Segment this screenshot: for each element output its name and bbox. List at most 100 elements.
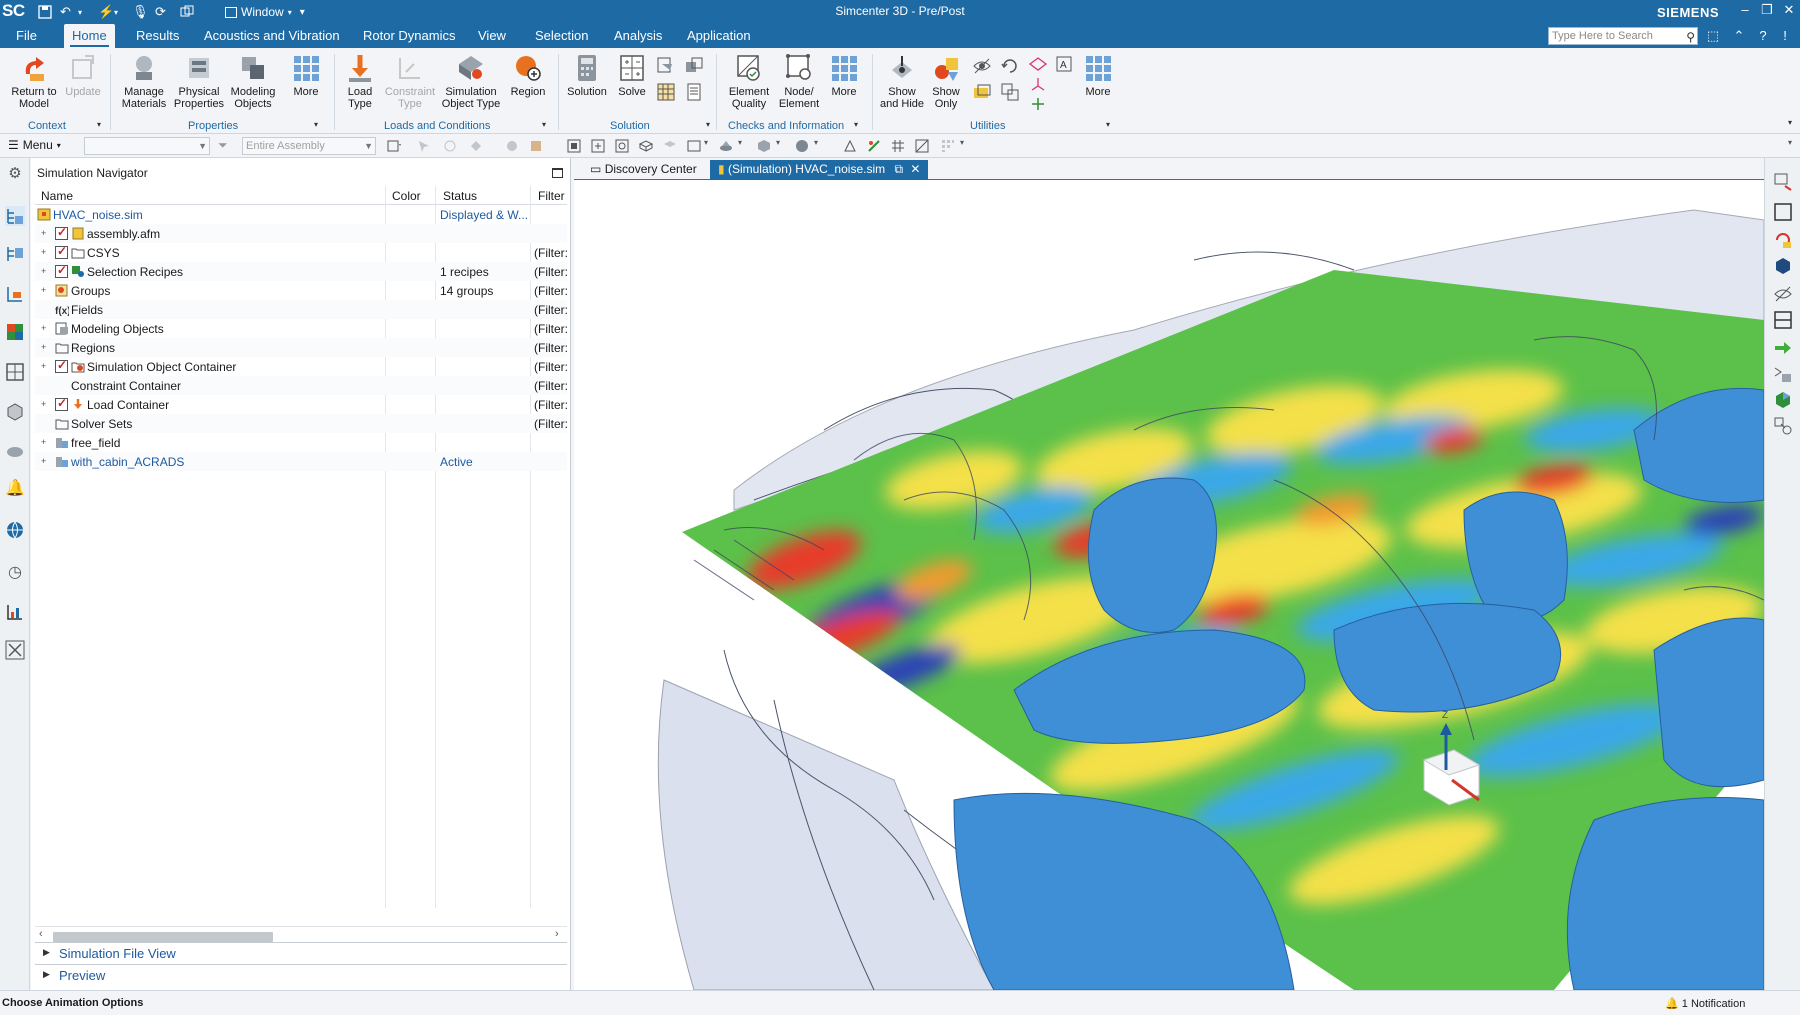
tab-selection[interactable]: Selection	[527, 24, 596, 48]
solution-button[interactable]: Solution	[562, 52, 612, 98]
results-palette-icon[interactable]	[5, 322, 25, 342]
work-layer-icon[interactable]	[842, 138, 858, 154]
minimize-icon[interactable]: –	[1734, 2, 1756, 17]
repeat-command-icon[interactable]: ⚡	[98, 3, 114, 21]
rotate-icon[interactable]	[614, 138, 630, 154]
bell-icon[interactable]: 🔔	[5, 478, 25, 498]
solver-language-icon[interactable]	[684, 56, 704, 76]
tree-node-simulation-object-container[interactable]: + Simulation Object Container (Filter:	[35, 357, 568, 376]
animation-icon[interactable]	[1773, 364, 1793, 384]
load-type-button[interactable]: Load Type	[338, 52, 382, 110]
full-screen-icon[interactable]: ⬚	[1704, 28, 1722, 44]
solution-tool-icon[interactable]	[656, 56, 676, 76]
context-group-dropdown-icon[interactable]: ▾	[97, 120, 101, 129]
tab-view[interactable]: View	[470, 24, 514, 48]
tree-node-modeling-objects[interactable]: + Modeling Objects (Filter:	[35, 319, 568, 338]
expand-icon[interactable]: +	[41, 456, 46, 466]
expand-icon[interactable]: +	[41, 342, 46, 352]
tree-node-constraint-container[interactable]: Constraint Container (Filter:	[35, 376, 568, 395]
column-header-name[interactable]: Name	[41, 189, 73, 203]
expand-icon[interactable]: +	[41, 361, 46, 371]
modeling-objects-button[interactable]: Modeling Objects	[226, 52, 280, 110]
column-header-color[interactable]: Color	[392, 189, 421, 203]
tab-rotor-dynamics[interactable]: Rotor Dynamics	[355, 24, 463, 48]
update-button[interactable]: Update	[62, 52, 104, 98]
hide-eye-icon[interactable]	[1773, 284, 1793, 304]
visibility-checkbox[interactable]	[55, 244, 68, 259]
shading-icon[interactable]	[718, 138, 734, 154]
show-only-button[interactable]: Show Only	[928, 52, 964, 110]
expand-icon[interactable]: +	[41, 399, 46, 409]
plane-icon[interactable]	[1028, 54, 1048, 74]
return-to-model-button[interactable]: Return to Model	[6, 52, 62, 110]
point-icon[interactable]	[1028, 94, 1048, 114]
solution-group-dropdown-icon[interactable]: ▾	[706, 120, 710, 129]
expand-icon[interactable]: +	[41, 285, 46, 295]
visibility-checkbox[interactable]	[55, 358, 68, 373]
zoom-icon[interactable]	[590, 138, 606, 154]
split-view-icon[interactable]	[1773, 310, 1793, 330]
assembly-scope-combo[interactable]: Entire Assembly ▼	[242, 137, 376, 155]
tree-node-csys[interactable]: + CSYS (Filter:	[35, 243, 568, 262]
switch-window-icon[interactable]	[180, 3, 194, 21]
type-filter-icon[interactable]	[386, 138, 402, 154]
solution-table-icon[interactable]	[656, 82, 676, 102]
snap-grid-dropdown-icon[interactable]: ▾	[960, 138, 976, 154]
tools-icon[interactable]	[5, 640, 25, 660]
triad-icon[interactable]	[1028, 74, 1048, 94]
section-view-dropdown-icon[interactable]: ▾	[814, 138, 830, 154]
loads-group-dropdown-icon[interactable]: ▾	[542, 120, 546, 129]
simulation-object-type-button[interactable]: Simulation Object Type	[438, 52, 504, 110]
tab-application[interactable]: Application	[679, 24, 759, 48]
touch-mode-icon[interactable]: ⟳	[155, 3, 166, 21]
deselect-icon[interactable]	[442, 138, 458, 154]
measure-icon[interactable]	[866, 138, 882, 154]
scroll-right-icon[interactable]: ›	[555, 928, 559, 940]
select-all-icon[interactable]	[416, 138, 432, 154]
tree-node-sim-file[interactable]: HVAC_noise.sim Displayed & W...	[35, 205, 567, 224]
tab-discovery-center[interactable]: ▭ Discovery Center	[582, 160, 705, 180]
scroll-left-icon[interactable]: ‹	[39, 928, 43, 940]
tree-node-fields[interactable]: f(x) Fields (Filter:	[35, 300, 568, 319]
show-and-hide-button[interactable]: Show and Hide	[876, 52, 928, 110]
pop-out-icon[interactable]: ⧉	[894, 162, 903, 176]
selection-intent-icon[interactable]	[468, 138, 484, 154]
tree-node-selection-recipes[interactable]: + Selection Recipes 1 recipes (Filter:	[35, 262, 568, 281]
scrollbar-thumb[interactable]	[53, 932, 273, 942]
history-icon[interactable]	[5, 440, 25, 460]
fit-view-icon[interactable]	[566, 138, 582, 154]
node-element-button[interactable]: Node/ Element	[776, 52, 822, 110]
acoustic-result-plot[interactable]: Z	[574, 180, 1764, 990]
alert-icon[interactable]: !	[1776, 28, 1794, 43]
close-tab-icon[interactable]: ✕	[910, 162, 920, 176]
annotation-icon[interactable]: A	[1054, 54, 1074, 74]
utilities-group-dropdown-icon[interactable]: ▾	[1106, 120, 1110, 129]
maximize-panel-icon[interactable]	[552, 168, 563, 178]
more-properties-button[interactable]: More	[284, 52, 328, 98]
expand-icon[interactable]: +	[41, 323, 46, 333]
tab-home[interactable]: Home	[64, 24, 115, 48]
shading-dropdown-icon[interactable]: ▾	[738, 138, 754, 154]
command-search-input[interactable]: Type Here to Search ⚲	[1548, 27, 1698, 45]
visibility-checkbox[interactable]	[55, 225, 68, 240]
checks-group-dropdown-icon[interactable]: ▾	[854, 120, 858, 129]
visibility-checkbox[interactable]	[55, 263, 68, 278]
column-header-filter[interactable]: Filter	[538, 189, 565, 203]
undo-dropdown-icon[interactable]: ▾	[78, 3, 82, 21]
tree-node-solution-free-field[interactable]: + free_field	[35, 433, 567, 452]
selection-filter-combo[interactable]: ▼	[84, 137, 210, 155]
undo-icon[interactable]: ↶	[60, 3, 71, 21]
constraint-type-button[interactable]: Constraint Type	[382, 52, 438, 110]
snap-grid-icon[interactable]	[940, 138, 956, 154]
section-view-icon[interactable]	[794, 138, 810, 154]
background-dropdown-icon[interactable]: ▾	[776, 138, 792, 154]
tab-file[interactable]: File	[8, 24, 45, 48]
web-browser-icon[interactable]	[5, 520, 25, 540]
mesh-icon[interactable]	[914, 138, 930, 154]
refresh-icon[interactable]	[1000, 56, 1020, 76]
tab-results[interactable]: Results	[128, 24, 187, 48]
close-icon[interactable]: ✕	[1778, 2, 1800, 18]
connection-icon[interactable]	[1773, 416, 1793, 436]
reuse-library-icon[interactable]	[5, 402, 25, 422]
snap-options-icon[interactable]	[528, 138, 544, 154]
